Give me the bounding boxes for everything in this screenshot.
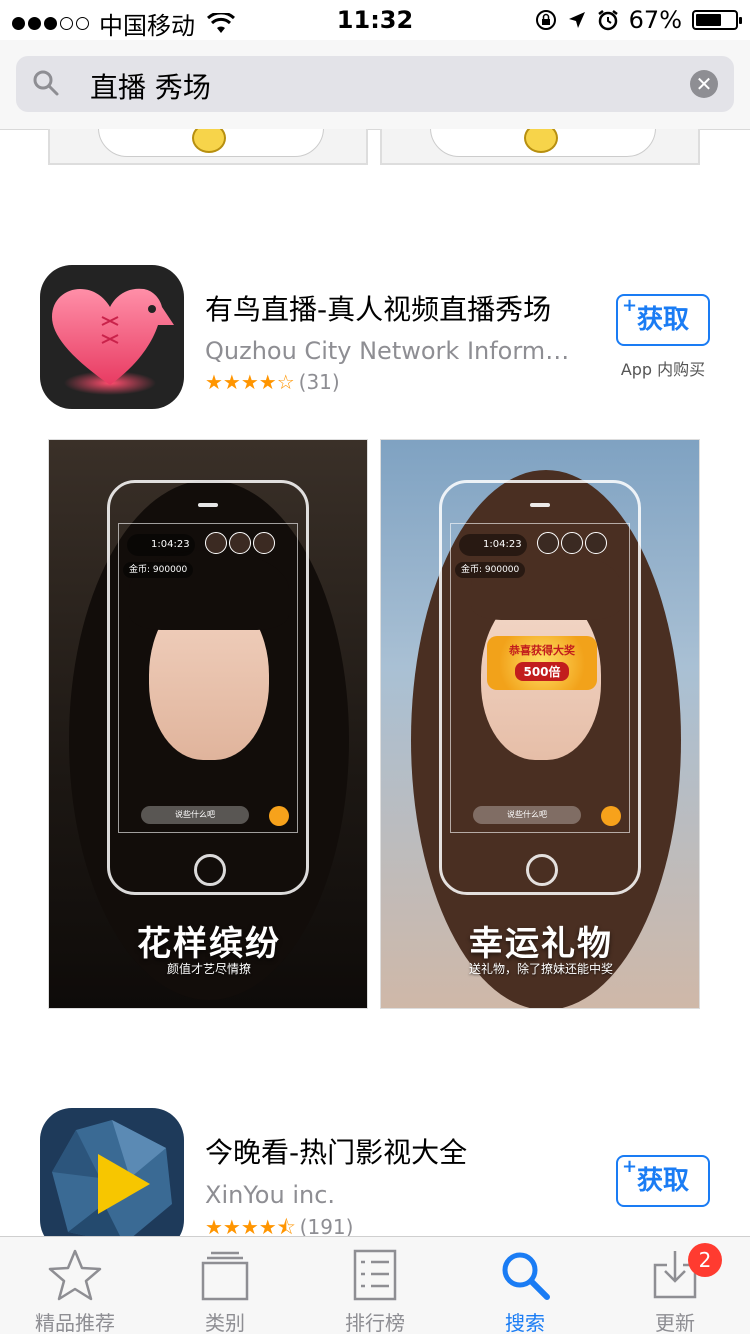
- home-button-icon: [526, 854, 558, 886]
- tab-top-charts[interactable]: 排行榜: [300, 1237, 450, 1334]
- app-screenshot[interactable]: 1:04:23 金币: 900000 说些什么吧 花样缤纷 颜值才艺尽情撩: [48, 439, 368, 1009]
- prize-banner: 恭喜获得大奖 500倍: [487, 636, 597, 690]
- screenshot-caption: 幸运礼物: [469, 924, 613, 964]
- get-button[interactable]: + 获取: [616, 1155, 710, 1207]
- live-timer: 1:04:23: [127, 534, 195, 556]
- get-button-label: 获取: [636, 1166, 689, 1196]
- tab-label: 更新: [655, 1311, 695, 1334]
- play-gem-icon: [52, 1120, 172, 1244]
- battery-icon: [692, 10, 742, 30]
- bird-heart-icon: [52, 288, 174, 395]
- tab-featured[interactable]: 精品推荐: [0, 1237, 150, 1334]
- gift-icon: [269, 806, 289, 826]
- tab-categories[interactable]: 类别: [150, 1237, 300, 1334]
- phone-screen: 1:04:23 金币: 900000 恭喜获得大奖 500倍 说些什么吧: [450, 523, 630, 833]
- app-icon-jinwankan[interactable]: [40, 1108, 184, 1252]
- screenshot-subcaption: 颜值才艺尽情撩: [166, 962, 251, 976]
- search-input[interactable]: 直播 秀场: [90, 66, 211, 106]
- app-rating: ★★★★☆ (31): [205, 370, 340, 394]
- battery-percent: 67%: [628, 6, 682, 34]
- previous-app-screenshot[interactable]: [48, 129, 368, 165]
- alarm-icon: [597, 10, 618, 31]
- rating-count: (31): [298, 370, 340, 394]
- rotation-lock-icon: [535, 10, 556, 30]
- app-developer: Quzhou City Network Informat...: [205, 337, 575, 365]
- tab-label: 类别: [205, 1311, 245, 1334]
- tab-updates[interactable]: 2 更新: [600, 1237, 750, 1334]
- in-app-purchase-label: App 内购买: [620, 360, 706, 379]
- app-developer: XinYou inc.: [205, 1181, 336, 1209]
- search-bar[interactable]: 直播 秀场 ✕: [16, 56, 734, 112]
- live-timer: 1:04:23: [459, 534, 527, 556]
- screenshot-caption: 花样缤纷: [137, 924, 281, 964]
- tab-label: 搜索: [505, 1311, 545, 1334]
- categories-icon: [201, 1251, 249, 1301]
- coin-balance: 金币: 900000: [123, 562, 194, 578]
- search-icon: [33, 70, 59, 96]
- tab-search[interactable]: 搜索: [450, 1237, 600, 1334]
- app-title[interactable]: 今晚看-热门影视大全: [205, 1131, 467, 1171]
- home-button-icon: [194, 854, 226, 886]
- app-icon-youniao[interactable]: [40, 265, 184, 409]
- star-rating: ★★★★☆: [205, 370, 295, 394]
- status-right: 67%: [535, 6, 742, 34]
- get-button[interactable]: + 获取: [616, 294, 710, 346]
- location-icon: [568, 12, 585, 28]
- phone-screen: 1:04:23 金币: 900000 说些什么吧: [118, 523, 298, 833]
- update-count-badge: 2: [688, 1243, 722, 1277]
- search-header: 直播 秀场 ✕: [0, 40, 750, 130]
- tab-label: 排行榜: [345, 1311, 405, 1334]
- plus-icon: +: [622, 295, 638, 316]
- tab-bar: 精品推荐 类别 排行榜 搜索 2 更新: [0, 1236, 750, 1334]
- phone-frame: 1:04:23 金币: 900000 恭喜获得大奖 500倍 说些什么吧: [439, 480, 641, 895]
- plus-icon: +: [622, 1156, 638, 1177]
- search-icon: [502, 1252, 550, 1300]
- message-input: 说些什么吧: [473, 806, 581, 824]
- previous-app-screenshot[interactable]: [380, 129, 700, 165]
- phone-frame: 1:04:23 金币: 900000 说些什么吧: [107, 480, 309, 895]
- coin-balance: 金币: 900000: [455, 562, 526, 578]
- app-screenshot[interactable]: 1:04:23 金币: 900000 恭喜获得大奖 500倍 说些什么吧 幸运礼…: [380, 439, 700, 1009]
- top-charts-icon: [353, 1249, 397, 1301]
- star-icon: [48, 1249, 102, 1301]
- message-input: 说些什么吧: [141, 806, 249, 824]
- screenshot-subcaption: 送礼物，除了撩妹还能中奖: [468, 962, 613, 976]
- tab-label: 精品推荐: [35, 1311, 115, 1334]
- gift-icon: [601, 806, 621, 826]
- clear-search-button[interactable]: ✕: [690, 70, 718, 98]
- app-title[interactable]: 有鸟直播-真人视频直播秀场: [205, 288, 551, 328]
- get-button-label: 获取: [636, 305, 689, 335]
- status-bar: 中国移动 11:32 67%: [0, 0, 750, 40]
- close-icon: ✕: [695, 72, 713, 96]
